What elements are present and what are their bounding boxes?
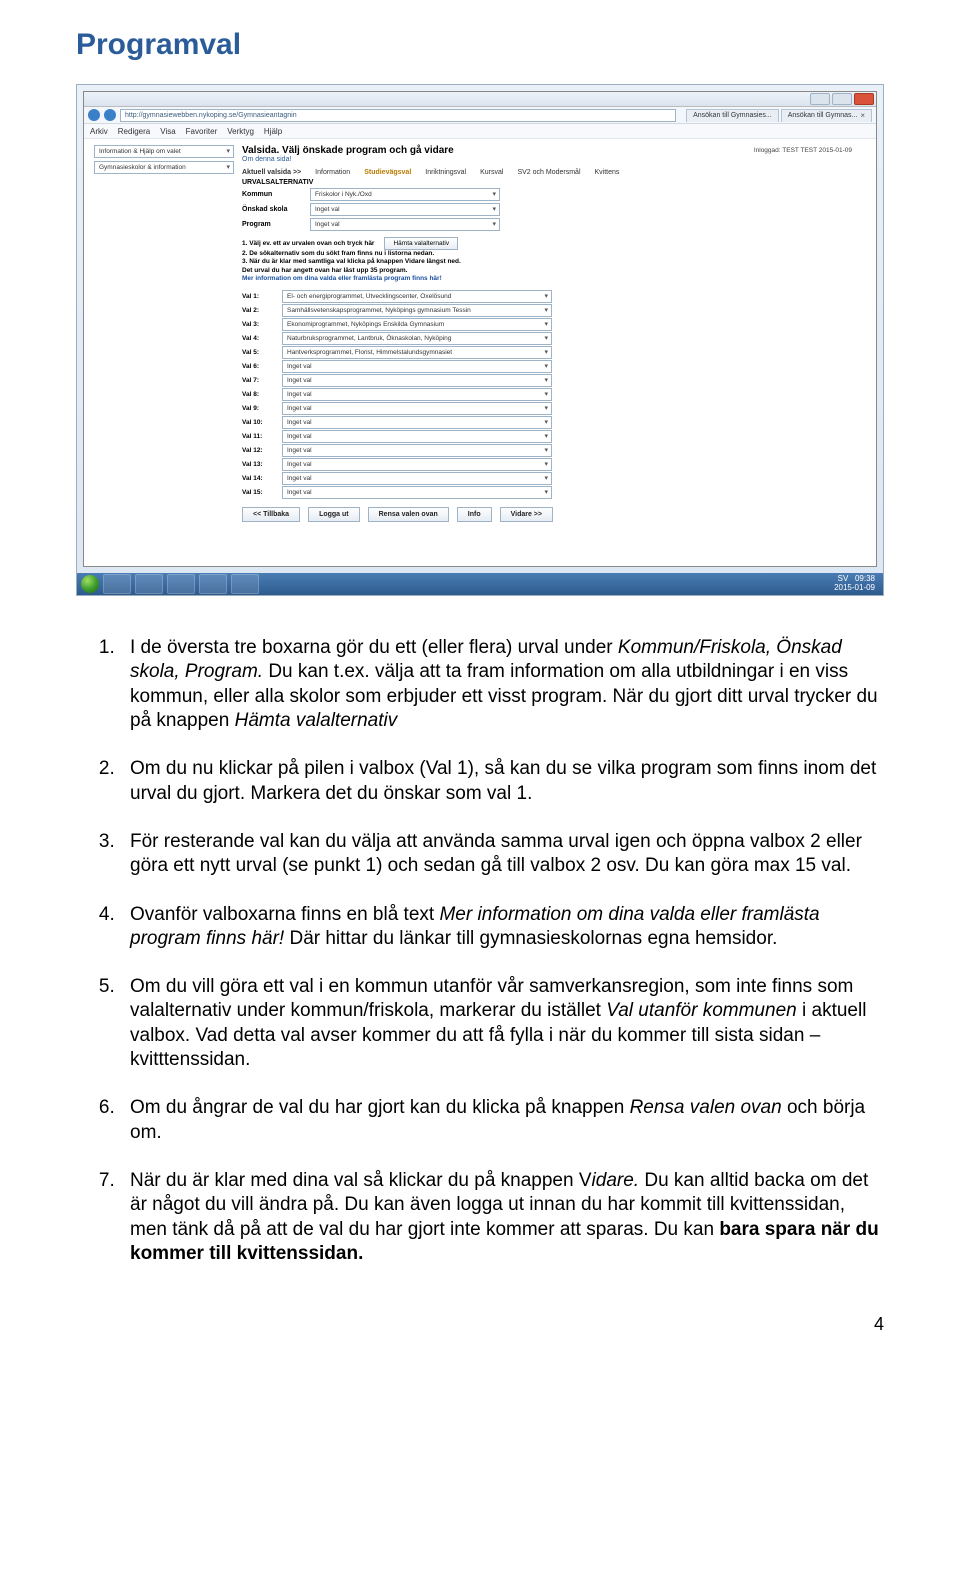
val-select-15[interactable]: Inget val bbox=[282, 486, 552, 499]
menu-item[interactable]: Visa bbox=[160, 127, 175, 136]
nav-step[interactable]: Kvittens bbox=[595, 169, 620, 176]
clear-vals-button[interactable]: Rensa valen ovan bbox=[368, 507, 449, 522]
section-label: URVALSALTERNATIV bbox=[242, 179, 866, 186]
list-item: Om du vill göra ett val i en kommun utan… bbox=[120, 975, 884, 1072]
url-input[interactable]: http://gymnasiewebben.nykoping.se/Gymnas… bbox=[120, 109, 676, 122]
val-select-12[interactable]: Inget val bbox=[282, 444, 552, 457]
val-label: Val 3: bbox=[242, 321, 276, 328]
list-item: I de översta tre boxarna gör du ett (ell… bbox=[120, 636, 884, 733]
val-label: Val 8: bbox=[242, 391, 276, 398]
taskbar-item[interactable] bbox=[103, 574, 131, 594]
val-select-5[interactable]: Hantverksprogrammet, Florist, Himmelstal… bbox=[282, 346, 552, 359]
taskbar-item[interactable] bbox=[231, 574, 259, 594]
page-number: 4 bbox=[76, 1314, 884, 1335]
schools-info-select[interactable]: Gymnasieskolor & information bbox=[94, 161, 234, 174]
menu-item[interactable]: Verktyg bbox=[227, 127, 254, 136]
close-tab-icon[interactable]: × bbox=[860, 110, 865, 122]
val-label: Val 12: bbox=[242, 447, 276, 454]
val-select-1[interactable]: El- och energiprogrammet, Utvecklingscen… bbox=[282, 290, 552, 303]
instructions-list: I de översta tre boxarna gör du ett (ell… bbox=[76, 636, 884, 1266]
val-label: Val 15: bbox=[242, 489, 276, 496]
breadcrumb: Aktuell valsida >> bbox=[242, 169, 301, 176]
val-label: Val 14: bbox=[242, 475, 276, 482]
nav-step[interactable]: Kursval bbox=[480, 169, 503, 176]
val-label: Val 5: bbox=[242, 349, 276, 356]
menu-item[interactable]: Arkiv bbox=[90, 127, 108, 136]
back-button[interactable]: << Tillbaka bbox=[242, 507, 300, 522]
taskbar: SV 09:38 2015-01-09 bbox=[77, 573, 883, 595]
list-item: Ovanför valboxarna finns en blå text Mer… bbox=[120, 903, 884, 952]
menu-item[interactable]: Favoriter bbox=[186, 127, 218, 136]
nav-step-active[interactable]: Studievägsval bbox=[364, 169, 411, 176]
val-label: Val 11: bbox=[242, 433, 276, 440]
taskbar-time: 09:38 bbox=[855, 574, 875, 583]
instruction-block: 1. Välj ev. ett av urvalen ovan och tryc… bbox=[242, 237, 866, 284]
logout-button[interactable]: Logga ut bbox=[308, 507, 360, 522]
val-select-3[interactable]: Ekonomiprogrammet, Nyköpings Enskilda Gy… bbox=[282, 318, 552, 331]
val-select-9[interactable]: Inget val bbox=[282, 402, 552, 415]
val-label: Val 4: bbox=[242, 335, 276, 342]
window-min-button[interactable] bbox=[810, 93, 830, 105]
kommun-select[interactable]: Friskolor i Nyk./Oxd bbox=[310, 188, 500, 201]
val-select-6[interactable]: Inget val bbox=[282, 360, 552, 373]
val-label: Val 2: bbox=[242, 307, 276, 314]
onskad-skola-select[interactable]: Inget val bbox=[310, 203, 500, 216]
val-select-7[interactable]: Inget val bbox=[282, 374, 552, 387]
page-title: Programval bbox=[76, 28, 884, 62]
menu-item[interactable]: Hjälp bbox=[264, 127, 282, 136]
val-select-11[interactable]: Inget val bbox=[282, 430, 552, 443]
taskbar-item[interactable] bbox=[167, 574, 195, 594]
step-nav: Aktuell valsida >> Information Studieväg… bbox=[242, 169, 866, 176]
program-select[interactable]: Inget val bbox=[310, 218, 500, 231]
val-label: Val 13: bbox=[242, 461, 276, 468]
next-button[interactable]: Vidare >> bbox=[500, 507, 553, 522]
val-select-4[interactable]: Naturbruksprogrammet, Lantbruk, Öknaskol… bbox=[282, 332, 552, 345]
val-select-8[interactable]: Inget val bbox=[282, 388, 552, 401]
val-label: Val 10: bbox=[242, 419, 276, 426]
nav-forward-icon[interactable] bbox=[104, 109, 116, 121]
kommun-label: Kommun bbox=[242, 191, 302, 198]
nav-step[interactable]: Inriktningsval bbox=[425, 169, 466, 176]
menu-item[interactable]: Redigera bbox=[118, 127, 150, 136]
val-select-14[interactable]: Inget val bbox=[282, 472, 552, 485]
list-item: Om du ångrar de val du har gjort kan du … bbox=[120, 1096, 884, 1145]
embedded-screenshot: http://gymnasiewebben.nykoping.se/Gymnas… bbox=[76, 84, 884, 596]
menubar: Arkiv Redigera Visa Favoriter Verktyg Hj… bbox=[84, 124, 876, 139]
val-label: Val 7: bbox=[242, 377, 276, 384]
val-label: Val 9: bbox=[242, 405, 276, 412]
info-button[interactable]: Info bbox=[457, 507, 492, 522]
taskbar-lang: SV bbox=[838, 574, 849, 583]
val-select-10[interactable]: Inget val bbox=[282, 416, 552, 429]
about-page-link[interactable]: Om denna sida! bbox=[242, 156, 866, 163]
browser-tab-1[interactable]: Ansökan till Gymnasies... bbox=[686, 109, 779, 122]
nav-back-icon[interactable] bbox=[88, 109, 100, 121]
taskbar-item[interactable] bbox=[135, 574, 163, 594]
start-button[interactable] bbox=[81, 575, 99, 593]
val-select-2[interactable]: Samhällsvetenskapsprogrammet, Nyköpings … bbox=[282, 304, 552, 317]
taskbar-date: 2015-01-09 bbox=[834, 583, 875, 592]
val-list: Val 1: El- och energiprogrammet, Utveckli… bbox=[242, 290, 866, 499]
list-item: För resterande val kan du välja att anvä… bbox=[120, 830, 884, 879]
window-max-button[interactable] bbox=[832, 93, 852, 105]
tab-label: Ansökan till Gymnas... bbox=[788, 110, 858, 122]
onskad-skola-label: Önskad skola bbox=[242, 206, 302, 213]
browser-tab-2[interactable]: Ansökan till Gymnas...× bbox=[781, 109, 872, 122]
fetch-alternatives-button[interactable]: Hämta valalternativ bbox=[384, 237, 458, 250]
nav-step[interactable]: Information bbox=[315, 169, 350, 176]
more-info-link[interactable]: Mer information om dina valda eller fram… bbox=[242, 275, 442, 282]
window-close-button[interactable] bbox=[854, 93, 874, 105]
help-about-select[interactable]: Information & Hjälp om valet bbox=[94, 145, 234, 158]
tab-label: Ansökan till Gymnasies... bbox=[693, 110, 772, 122]
taskbar-item[interactable] bbox=[199, 574, 227, 594]
program-label: Program bbox=[242, 221, 302, 228]
list-item: När du är klar med dina val så klickar d… bbox=[120, 1169, 884, 1266]
list-item: Om du nu klickar på pilen i valbox (Val … bbox=[120, 757, 884, 806]
val-label: Val 6: bbox=[242, 363, 276, 370]
logged-in-status: Inloggad: TEST TEST 2015-01-09 bbox=[754, 147, 852, 154]
val-label: Val 1: bbox=[242, 293, 276, 300]
nav-step[interactable]: SV2 och Modersmål bbox=[517, 169, 580, 176]
val-select-13[interactable]: Inget val bbox=[282, 458, 552, 471]
